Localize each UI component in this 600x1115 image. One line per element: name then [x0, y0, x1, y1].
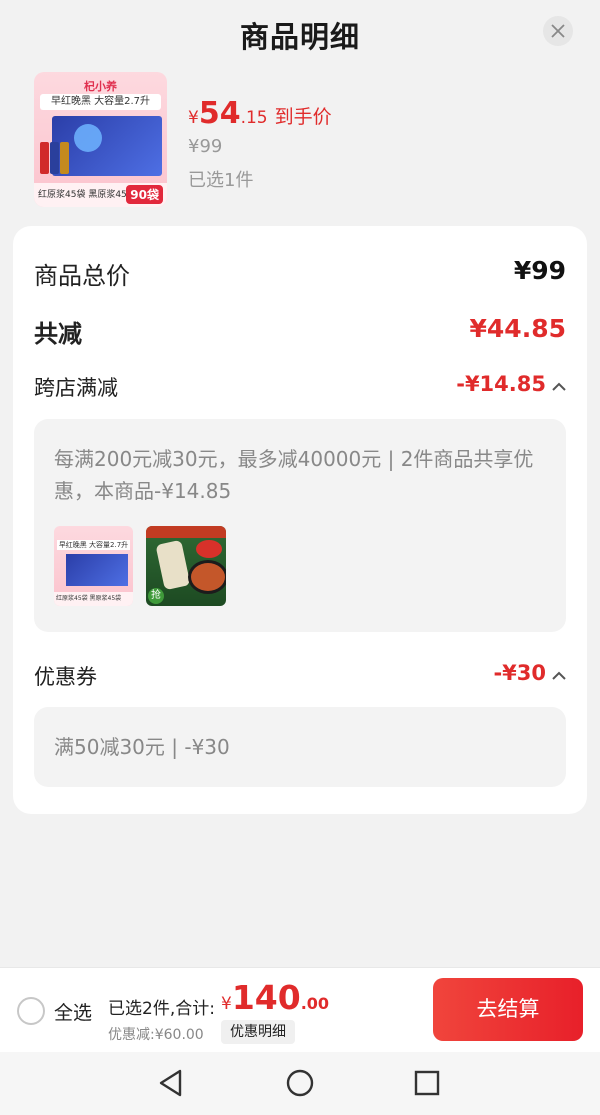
- product-count-badge: 90袋: [126, 185, 163, 204]
- grand-total-integer: 140: [231, 978, 301, 1017]
- back-icon[interactable]: [153, 1066, 187, 1100]
- price-tag: 到手价: [274, 106, 332, 128]
- close-icon: [551, 24, 565, 38]
- home-icon[interactable]: [283, 1066, 317, 1100]
- total-label: 商品总价: [34, 262, 130, 290]
- product-sachets: [40, 142, 70, 176]
- coupon-label: 优惠券: [34, 665, 97, 689]
- grand-total-currency: ¥: [221, 994, 232, 1014]
- selection-summary: 已选2件,合计:: [108, 999, 215, 1019]
- price-breakdown-card: 商品总价 ¥99 共减 ¥44.85 跨店满减 -¥14.85 每满200元减3…: [13, 226, 587, 814]
- product-image-tagline: 早红晚黑 大容量2.7升: [40, 94, 161, 110]
- coupon-detail-text: 满50减30元 | -¥30: [54, 735, 230, 759]
- coupon-value-wrap: -¥30: [493, 661, 566, 686]
- grand-total-decimal: .00: [300, 994, 330, 1013]
- cross-store-label: 跨店满减: [34, 376, 118, 400]
- cross-store-value: -¥14.85: [456, 372, 546, 396]
- cross-store-detail: 每满200元减30元，最多减40000元 | 2件商品共享优惠，本商品-¥14.…: [34, 419, 566, 632]
- price-decimal: .15: [240, 108, 268, 128]
- checkout-bar: 全选 已选2件,合计: ¥140.00 优惠减:¥60.00 优惠明细 去结算: [0, 967, 600, 1053]
- reduction-label: 共减: [34, 320, 82, 348]
- coupon-detail: 满50减30元 | -¥30: [34, 707, 566, 787]
- cross-store-detail-text: 每满200元减30元，最多减40000元 | 2件商品共享优惠，本商品-¥14.…: [54, 447, 534, 503]
- product-summary: 杞小养 早红晚黑 大容量2.7升 红原浆45袋 黑原浆45袋 90袋 ¥54.1…: [0, 70, 600, 210]
- goods-thumb-2[interactable]: 抢: [146, 526, 226, 606]
- recents-icon[interactable]: [410, 1066, 444, 1100]
- header: 商品明细: [0, 0, 600, 62]
- checkout-button[interactable]: 去结算: [433, 978, 583, 1041]
- goods-thumb-1[interactable]: 早红晚黑 大容量2.7升 红原浆45袋 黑原浆45袋: [54, 526, 133, 606]
- coupon-value: -¥30: [493, 661, 546, 685]
- price-currency: ¥: [188, 108, 199, 128]
- selected-count: 已选1件: [188, 170, 254, 191]
- system-nav-bar: [0, 1052, 600, 1115]
- product-image[interactable]: 杞小养 早红晚黑 大容量2.7升 红原浆45袋 黑原浆45袋 90袋: [34, 72, 167, 207]
- cross-store-value-wrap: -¥14.85: [456, 372, 566, 397]
- goods-thumb-2-grab: 抢: [148, 588, 164, 604]
- goods-thumb-1-tagline: 早红晚黑 大容量2.7升: [57, 540, 130, 550]
- chevron-up-icon[interactable]: [552, 662, 566, 686]
- page-title: 商品明细: [239, 20, 360, 54]
- reduction-value: ¥44.85: [469, 314, 566, 343]
- product-image-brand: 杞小养: [84, 80, 117, 93]
- goods-thumb-1-bottom-text: 红原浆45袋 黑原浆45袋: [54, 592, 133, 606]
- select-all-checkbox[interactable]: [17, 997, 45, 1025]
- final-price: ¥54.15 到手价: [188, 96, 332, 131]
- savings-text: 优惠减:¥60.00: [108, 1027, 204, 1043]
- promo-detail-button[interactable]: 优惠明细: [221, 1020, 295, 1044]
- close-button[interactable]: [543, 16, 573, 46]
- original-price: ¥99: [188, 136, 223, 157]
- chevron-up-icon[interactable]: [552, 373, 566, 397]
- select-all-label[interactable]: 全选: [54, 998, 92, 1025]
- total-value: ¥99: [513, 256, 566, 285]
- price-integer: 54: [198, 96, 241, 131]
- grand-total: ¥140.00: [221, 978, 329, 1017]
